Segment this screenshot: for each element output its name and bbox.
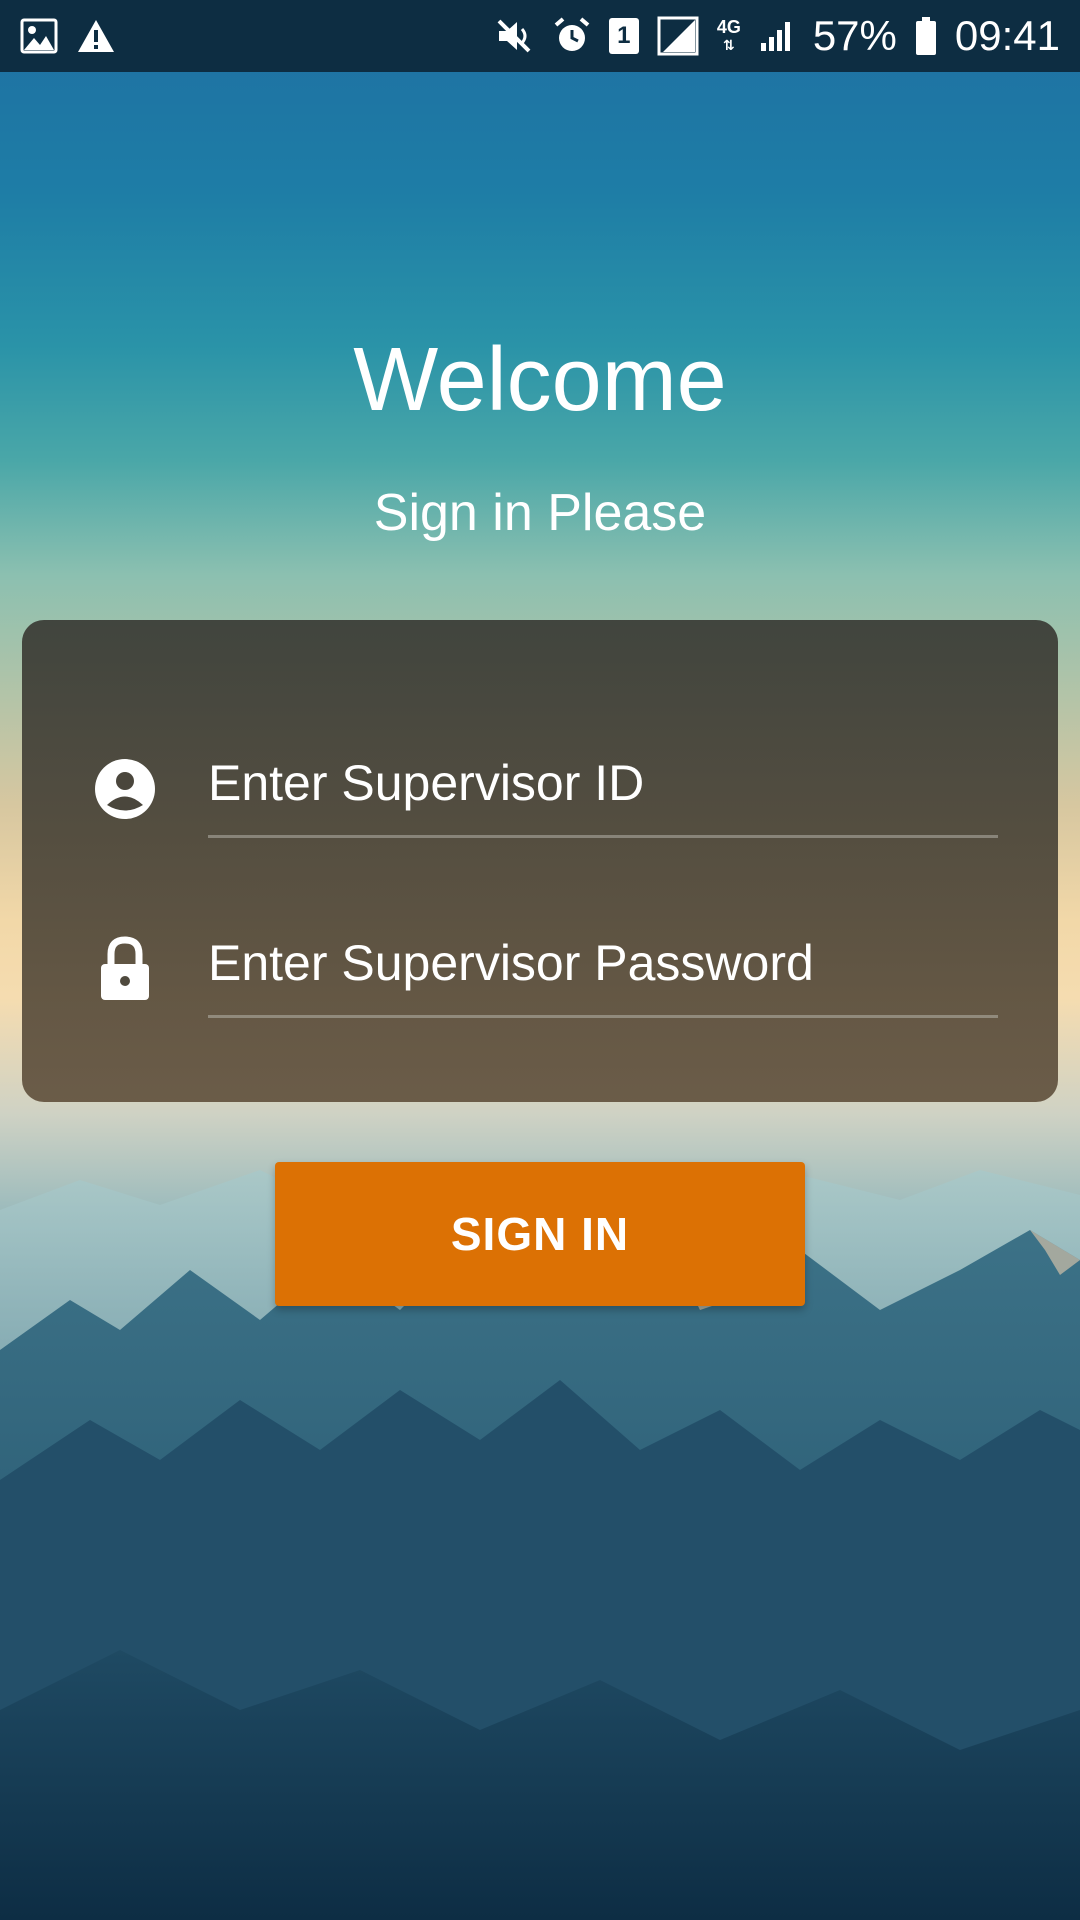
account-circle-icon: [92, 756, 158, 822]
signal-icon: [759, 19, 795, 53]
status-bar: 1 4G ⇅ 57% 09:41: [0, 0, 1080, 72]
alarm-icon: [553, 17, 591, 55]
battery-icon: [915, 16, 937, 56]
no-signal-icon: [657, 16, 699, 56]
welcome-title: Welcome: [353, 330, 727, 430]
image-icon: [20, 18, 58, 54]
status-time: 09:41: [954, 12, 1060, 59]
login-card: [22, 620, 1058, 1102]
supervisor-password-input[interactable]: [208, 910, 998, 1018]
sign-in-subtitle: Sign in Please: [373, 484, 707, 542]
warning-icon: [76, 18, 116, 54]
network-type: 4G: [716, 17, 741, 37]
battery-percent: 57%: [812, 12, 897, 59]
data-arrows-icon: ⇅: [722, 37, 735, 53]
sign-in-button[interactable]: SIGN IN: [275, 1162, 805, 1306]
mute-icon: [495, 17, 535, 55]
supervisor-id-input[interactable]: [208, 730, 998, 838]
data-4g-icon: 4G ⇅: [717, 18, 741, 54]
lock-icon: [92, 936, 158, 1002]
sim-number: 1: [617, 22, 631, 49]
sim-1-icon: 1: [608, 18, 639, 54]
supervisor-id-row: [22, 730, 1058, 850]
login-screen: 1 4G ⇅ 57% 09:41 Welcome Sign in Please …: [0, 0, 1080, 1920]
supervisor-password-row: [22, 910, 1058, 1030]
